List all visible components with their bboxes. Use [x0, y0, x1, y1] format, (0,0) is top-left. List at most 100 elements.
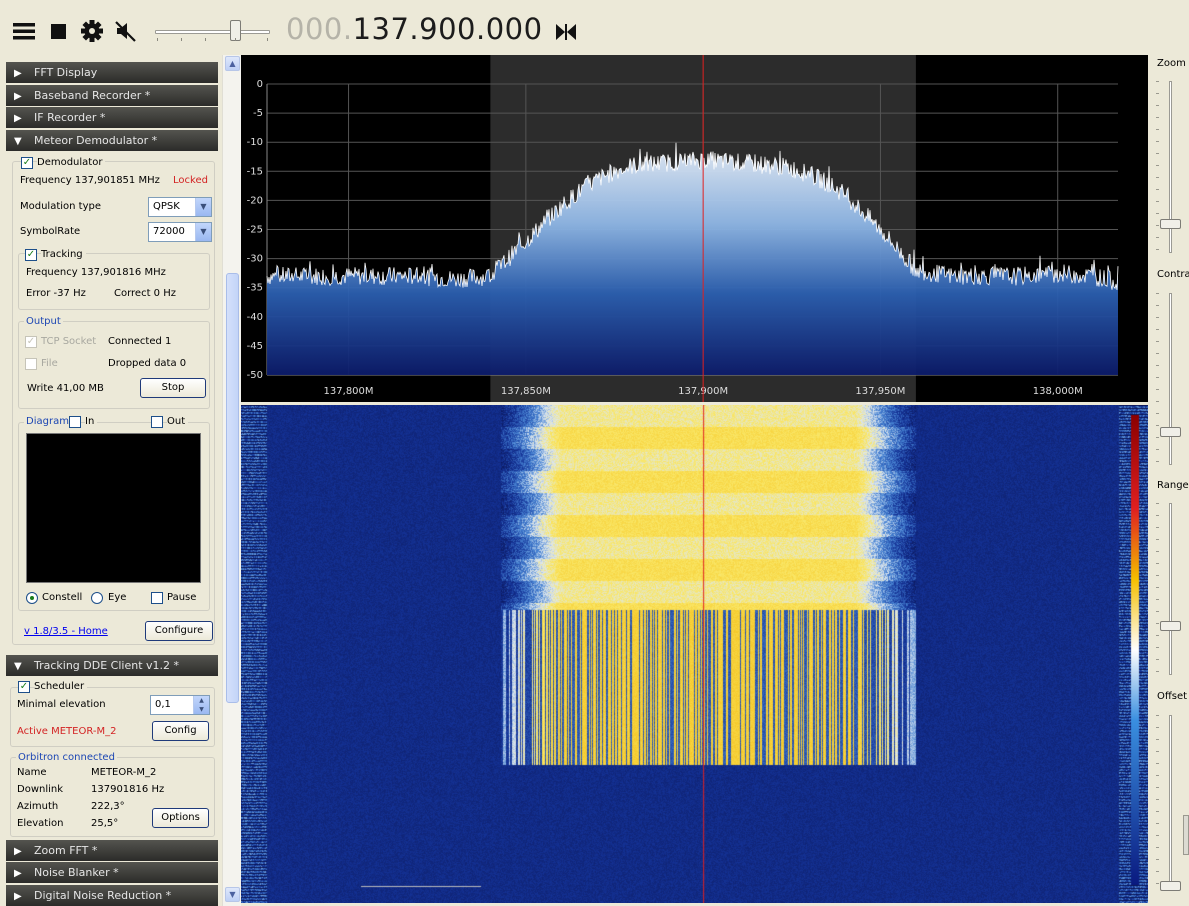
scrollbar-thumb[interactable]	[226, 273, 239, 703]
section-baseband-recorder[interactable]: ▶ Baseband Recorder *	[6, 85, 218, 106]
mute-icon[interactable]	[113, 18, 139, 44]
panel-resize-handle[interactable]	[1183, 815, 1189, 855]
tcp-socket-checkbox[interactable]: ✓	[25, 336, 37, 348]
symbolrate-value: 72000	[153, 226, 185, 237]
section-if-recorder[interactable]: ▶ IF Recorder *	[6, 107, 218, 128]
scheduler-checkbox[interactable]: ✓	[18, 681, 30, 693]
sidebar: ▶ FFT Display ▶ Baseband Recorder * ▶ IF Re…	[0, 55, 222, 906]
slider-tick	[1156, 775, 1159, 776]
connected-count: Connected 1	[108, 336, 172, 347]
slider-tick	[181, 38, 182, 41]
slider-tick	[1156, 623, 1159, 624]
modulation-type-label: Modulation type	[20, 201, 102, 212]
x-tick-label: 137,850M	[501, 386, 551, 397]
constellation-diagram	[26, 433, 201, 583]
menu-icon[interactable]	[11, 18, 37, 44]
slider-tick	[1156, 835, 1159, 836]
expand-arrow-icon: ▶	[14, 868, 22, 879]
offset-slider-track[interactable]	[1169, 715, 1172, 887]
chevron-down-icon[interactable]: ▼	[195, 198, 211, 216]
slider-tick	[1156, 671, 1159, 672]
diagram-in-checkbox[interactable]	[69, 416, 81, 428]
min-elevation-spinner[interactable]: 0,1 ▲ ▼	[150, 695, 210, 715]
slider-tick	[1156, 883, 1159, 884]
scroll-down-icon[interactable]: ▼	[225, 887, 240, 902]
stop-icon[interactable]	[46, 18, 72, 44]
config-button[interactable]: Config	[152, 721, 209, 741]
section-fft-display[interactable]: ▶ FFT Display	[6, 62, 218, 83]
contrast-slider-thumb[interactable]	[1160, 427, 1181, 437]
diagram-in-label: In	[85, 416, 98, 427]
diagram-out-checkbox[interactable]	[151, 416, 163, 428]
slider-tick	[1156, 341, 1159, 342]
slider-tick	[1156, 329, 1159, 330]
options-button[interactable]: Options	[152, 808, 209, 828]
slider-tick	[1156, 377, 1159, 378]
section-label: FFT Display	[34, 66, 98, 79]
tune-icon[interactable]	[553, 19, 579, 45]
volume-slider-track[interactable]	[155, 30, 270, 34]
range-slider-thumb[interactable]	[1160, 621, 1181, 631]
section-label: Zoom FFT *	[34, 844, 98, 857]
tracking-checkbox[interactable]: ✓	[25, 249, 37, 261]
range-slider-track[interactable]	[1169, 503, 1172, 675]
slider-tick	[1156, 365, 1159, 366]
range-label: Range	[1157, 480, 1189, 491]
constell-radio[interactable]	[26, 592, 38, 604]
slider-tick	[1156, 515, 1159, 516]
x-tick-label: 137,950M	[855, 386, 905, 397]
symbolrate-select[interactable]: 72000 ▼	[148, 222, 212, 242]
pause-checkbox[interactable]	[151, 592, 163, 604]
stop-button[interactable]: Stop	[140, 378, 206, 398]
y-tick-label: -25	[247, 225, 263, 236]
version-home-link[interactable]: v 1.8/3.5 - Home	[24, 626, 108, 637]
constell-label: Constell	[42, 592, 83, 603]
frequency-display[interactable]: 000.137.900.000	[286, 12, 543, 46]
slider-tick	[1156, 225, 1159, 226]
file-checkbox[interactable]	[25, 358, 37, 370]
section-zoom-fft[interactable]: ▶ Zoom FFT *	[6, 840, 218, 861]
slider-tick	[1156, 763, 1159, 764]
offset-slider-thumb[interactable]	[1160, 881, 1181, 891]
collapse-arrow-icon: ▼	[14, 661, 22, 672]
waterfall-display[interactable]	[241, 405, 1148, 903]
slider-tick	[1156, 563, 1159, 564]
section-tracking-dde[interactable]: ▼ Tracking DDE Client v1.2 *	[6, 655, 218, 676]
downlink-value: 137901816 Hz	[91, 784, 165, 795]
slider-tick	[1156, 587, 1159, 588]
demodulator-checkbox[interactable]: ✓	[21, 157, 33, 169]
chevron-down-icon[interactable]: ▼	[195, 223, 211, 241]
contrast-slider-track[interactable]	[1169, 293, 1172, 465]
slider-tick	[1156, 799, 1159, 800]
diagram-out-label: Out	[167, 416, 189, 427]
zoom-slider-thumb[interactable]	[1160, 219, 1181, 229]
section-label: Digital Noise Reduction *	[34, 889, 172, 902]
configure-button[interactable]: Configure	[145, 621, 213, 641]
gear-icon[interactable]	[79, 18, 105, 44]
symbolrate-label: SymbolRate	[20, 226, 81, 237]
section-meteor-demodulator[interactable]: ▼ Meteor Demodulator *	[6, 130, 218, 151]
section-noise-blanker[interactable]: ▶ Noise Blanker *	[6, 862, 218, 883]
y-tick-label: -35	[247, 283, 263, 294]
slider-tick	[1156, 249, 1159, 250]
section-digital-noise-reduction[interactable]: ▶ Digital Noise Reduction *	[6, 885, 218, 906]
tracking-correct: Correct 0 Hz	[114, 288, 176, 299]
scroll-up-icon[interactable]: ▲	[225, 56, 240, 71]
y-tick-label: -45	[247, 341, 263, 352]
spectrum-display[interactable]: 0 -5 -10 -15 -20 -25 -30 -35 -40 -45 -50 137,800M 13…	[241, 55, 1148, 402]
elevation-label: Elevation	[17, 818, 64, 829]
slider-tick	[1156, 811, 1159, 812]
slider-tick	[1156, 715, 1159, 716]
write-size: Write 41,00 MB	[27, 383, 104, 394]
section-label: Meteor Demodulator *	[34, 134, 158, 147]
sidebar-scrollbar[interactable]: ▲ ▼	[222, 55, 241, 906]
sat-name-value: METEOR-M_2	[91, 767, 157, 778]
modulation-type-select[interactable]: QPSK ▼	[148, 197, 212, 217]
y-tick-label: -50	[247, 370, 263, 381]
frequency-display-dim: 000.	[286, 12, 353, 46]
spinner-arrows-icon[interactable]: ▲ ▼	[193, 696, 209, 714]
slider-tick	[1156, 81, 1159, 82]
slider-tick	[1156, 129, 1159, 130]
slider-tick	[1156, 599, 1159, 600]
eye-radio[interactable]	[91, 592, 103, 604]
